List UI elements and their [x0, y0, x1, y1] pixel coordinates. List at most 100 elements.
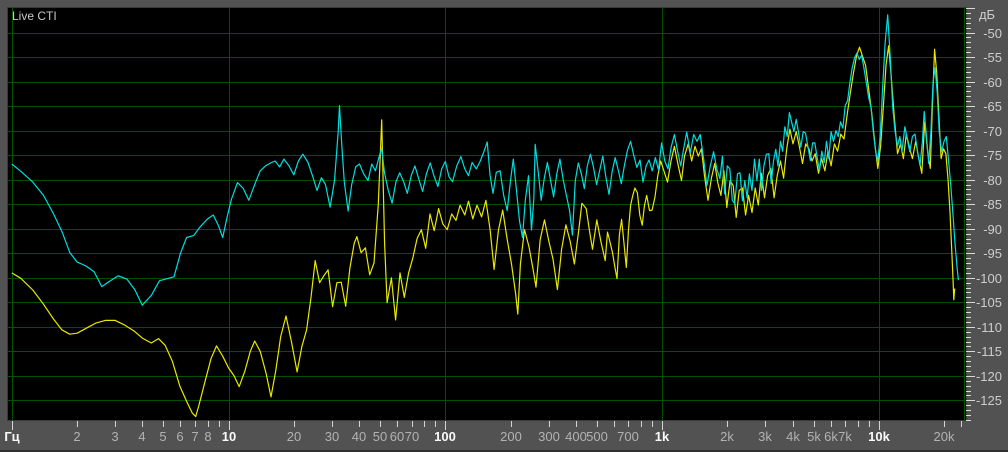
- y-tick-label: -50: [962, 26, 1002, 41]
- x-tick-label: 40: [352, 429, 366, 444]
- y-tick-label: -95: [962, 246, 1002, 261]
- y-tick: [966, 337, 971, 338]
- x-tick-label: 4k: [786, 429, 800, 444]
- x-tick-label: 10k: [868, 429, 890, 444]
- x-tick: [435, 421, 436, 427]
- y-tick: [966, 386, 971, 387]
- y-tick-label: -65: [962, 99, 1002, 114]
- y-tick-label: -80: [962, 173, 1002, 188]
- x-tick: [294, 421, 295, 427]
- x-tick: [793, 421, 794, 427]
- x-tick: [332, 421, 333, 427]
- y-tick-label: -100: [962, 271, 1002, 286]
- x-tick-label: 7: [191, 429, 198, 444]
- spectrum-chart: [8, 8, 966, 420]
- x-tick-label: 6k: [824, 429, 838, 444]
- x-tick-label: 3: [111, 429, 118, 444]
- y-tick: [966, 263, 971, 264]
- y-tick-label: -75: [962, 148, 1002, 163]
- y-tick-label: -105: [962, 295, 1002, 310]
- y-tick-label: -115: [962, 344, 1002, 359]
- x-tick-label: 7k: [838, 429, 852, 444]
- db-axis-unit-label: дБ: [966, 7, 1008, 22]
- x-tick: [858, 421, 859, 427]
- x-tick: [831, 421, 832, 427]
- y-tick: [966, 415, 971, 416]
- y-tick: [966, 121, 971, 122]
- y-tick: [966, 312, 971, 313]
- x-tick-label: 30: [325, 429, 339, 444]
- x-tick-label: 10: [222, 429, 236, 444]
- x-tick-label: 20: [287, 429, 301, 444]
- x-tick: [397, 421, 398, 427]
- y-tick: [966, 170, 971, 171]
- y-tick: [966, 420, 971, 421]
- y-tick-label: -85: [962, 197, 1002, 212]
- y-tick: [966, 317, 971, 318]
- y-tick-label: -55: [962, 50, 1002, 65]
- x-tick-label: 5k: [807, 429, 821, 444]
- x-tick-label: 2: [73, 429, 80, 444]
- x-tick: [641, 421, 642, 427]
- y-tick: [966, 189, 971, 190]
- x-tick: [412, 421, 413, 427]
- y-tick: [966, 116, 971, 117]
- y-tick: [966, 361, 971, 362]
- x-tick-label: 100: [434, 429, 456, 444]
- y-tick: [966, 91, 971, 92]
- y-tick: [966, 47, 971, 48]
- y-tick: [966, 239, 971, 240]
- y-tick: [966, 8, 975, 9]
- y-tick: [966, 96, 971, 97]
- y-tick: [966, 366, 971, 367]
- x-tick-label: 70: [405, 429, 419, 444]
- y-tick: [966, 23, 971, 24]
- x-tick-label: 5: [159, 429, 166, 444]
- x-tick: [628, 421, 629, 427]
- y-tick: [966, 243, 971, 244]
- x-tick-label: 200: [500, 429, 522, 444]
- y-tick: [966, 219, 971, 220]
- x-tick-label: 20k: [934, 429, 955, 444]
- grid-lines: [8, 8, 965, 420]
- y-tick: [966, 42, 971, 43]
- y-tick: [966, 268, 971, 269]
- x-tick-label: 2k: [720, 429, 734, 444]
- x-tick-label: 4: [138, 429, 145, 444]
- x-tick: [869, 421, 870, 427]
- y-tick-label: -120: [962, 369, 1002, 384]
- x-tick-label: 400: [565, 429, 587, 444]
- x-tick: [944, 421, 945, 427]
- x-tick: [511, 421, 512, 427]
- x-tick: [195, 421, 196, 427]
- x-tick: [77, 421, 78, 427]
- live-overlay-label: Live CTI: [12, 9, 57, 23]
- x-tick: [359, 421, 360, 427]
- x-tick: [180, 421, 181, 427]
- x-tick: [424, 421, 425, 427]
- y-tick: [966, 140, 971, 141]
- x-tick-label: 500: [586, 429, 608, 444]
- y-tick: [966, 165, 971, 166]
- plot-area[interactable]: Live CTI: [8, 8, 966, 420]
- x-tick: [727, 421, 728, 427]
- y-tick: [966, 391, 971, 392]
- x-tick: [652, 421, 653, 427]
- x-tick: [961, 421, 962, 427]
- x-tick: [208, 421, 209, 427]
- x-tick: [765, 421, 766, 427]
- y-tick: [966, 292, 971, 293]
- x-tick-label: 6: [176, 429, 183, 444]
- y-tick-label: -90: [962, 222, 1002, 237]
- x-tick-label: 300: [538, 429, 560, 444]
- x-tick: [163, 421, 164, 427]
- y-tick-label: -70: [962, 124, 1002, 139]
- y-tick: [966, 145, 971, 146]
- y-tick: [966, 67, 971, 68]
- x-tick: [814, 421, 815, 427]
- yellow-trace: [12, 46, 955, 417]
- x-tick-label: 1k: [655, 429, 669, 444]
- y-tick-label: -60: [962, 75, 1002, 90]
- y-tick: [966, 13, 971, 14]
- y-tick: [966, 214, 971, 215]
